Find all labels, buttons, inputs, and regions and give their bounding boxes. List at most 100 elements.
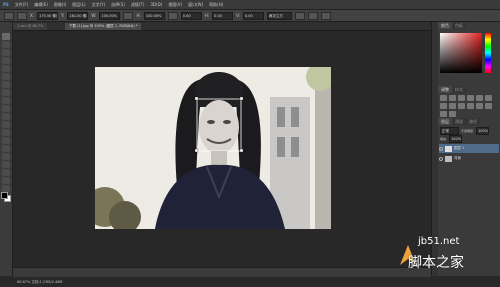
tab-channels[interactable]: 通道 — [452, 118, 466, 125]
tab-swatches[interactable]: 色板 — [452, 22, 466, 29]
y-label: Y: — [61, 13, 65, 18]
w-label: W: — [91, 13, 97, 18]
threshold-icon[interactable] — [440, 111, 447, 117]
brush-tool-icon[interactable] — [2, 89, 10, 96]
visibility-eye-icon[interactable] — [439, 146, 443, 151]
hue-saturation-icon[interactable] — [485, 95, 492, 101]
healing-brush-tool-icon[interactable] — [2, 81, 10, 88]
lasso-tool-icon[interactable] — [2, 49, 10, 56]
fill-label: 填充: — [440, 137, 448, 141]
menu-edit[interactable]: 编辑(E) — [31, 2, 51, 8]
eraser-tool-icon[interactable] — [2, 113, 10, 120]
brightness-icon[interactable] — [440, 95, 447, 101]
status-text: 66.67% 文档:1.23M/2.46M — [17, 280, 63, 284]
tab-color[interactable]: 颜色 — [438, 22, 452, 29]
w-field[interactable]: 100.00% — [99, 11, 121, 20]
interpolation-select[interactable]: 两次立方 — [266, 11, 292, 20]
canvas-area[interactable] — [13, 31, 431, 267]
menu-ps-logo[interactable]: PS — [0, 2, 12, 7]
gradient-tool-icon[interactable] — [2, 121, 10, 128]
menu-layer[interactable]: 图层(L) — [69, 2, 88, 8]
tab-styles[interactable]: 样式 — [452, 86, 466, 93]
black-white-icon[interactable] — [449, 103, 456, 109]
menu-window[interactable]: 窗口(W) — [185, 2, 206, 8]
layer-thumbnail — [445, 145, 452, 152]
hue-slider[interactable] — [485, 33, 491, 73]
tab-adjustments[interactable]: 调整 — [438, 86, 452, 93]
blur-tool-icon[interactable] — [2, 129, 10, 136]
move-tool-icon[interactable] — [2, 33, 10, 40]
opacity-label: 不透明度: — [461, 129, 475, 133]
commit-transform-icon[interactable] — [320, 11, 331, 20]
exposure-icon[interactable] — [467, 95, 474, 101]
posterize-icon[interactable] — [485, 103, 492, 109]
levels-icon[interactable] — [449, 95, 456, 101]
tools-panel — [0, 22, 13, 276]
vibrance-icon[interactable] — [476, 95, 483, 101]
channel-mixer-icon[interactable] — [467, 103, 474, 109]
invert-icon[interactable] — [476, 103, 483, 109]
path-select-tool-icon[interactable] — [2, 161, 10, 168]
menu-image[interactable]: 图像(I) — [51, 2, 69, 8]
eyedropper-tool-icon[interactable] — [2, 73, 10, 80]
zoom-tool-icon[interactable] — [2, 185, 10, 192]
menu-filter[interactable]: 滤镜(T) — [128, 2, 148, 8]
tab-layers[interactable]: 图层 — [438, 118, 452, 125]
options-bar: X: 175.50 像素 Y: 161.00 像素 W: 100.00% H: … — [0, 10, 500, 22]
menu-select[interactable]: 选择(S) — [108, 2, 128, 8]
gradient-map-icon[interactable] — [449, 111, 456, 117]
tab-document-1[interactable]: 1.psd @ 66.7% — [13, 23, 48, 30]
crop-tool-icon[interactable] — [2, 65, 10, 72]
visibility-eye-icon[interactable] — [439, 156, 443, 161]
fill-field[interactable]: 100% — [449, 135, 463, 143]
angle-field[interactable]: 0.00 — [180, 11, 202, 20]
pen-tool-icon[interactable] — [2, 145, 10, 152]
layer-name: 图层 1 — [454, 146, 465, 150]
skew-v-field[interactable]: 0.00 — [242, 11, 264, 20]
y-field[interactable]: 161.00 像素 — [67, 11, 89, 20]
warp-icon[interactable] — [294, 11, 305, 20]
angle-icon — [167, 11, 178, 20]
h-field[interactable]: 100.00% — [143, 11, 165, 20]
document-tab-bar: 1.psd @ 66.7% 下载 (1).jpg @ 100% (图层 1, R… — [13, 22, 500, 31]
clone-stamp-tool-icon[interactable] — [2, 97, 10, 104]
quick-select-tool-icon[interactable] — [2, 57, 10, 64]
transform-tool-icon[interactable] — [4, 11, 14, 20]
portrait-photo — [95, 67, 331, 229]
photo-filter-icon[interactable] — [458, 103, 465, 109]
cancel-transform-icon[interactable] — [307, 11, 318, 20]
menu-help[interactable]: 帮助(H) — [206, 2, 226, 8]
opacity-field[interactable]: 100% — [476, 127, 490, 135]
x-label: X: — [30, 13, 35, 18]
menu-view[interactable]: 视图(V) — [165, 2, 185, 8]
blend-mode-select[interactable]: 正常 — [440, 127, 459, 135]
skew-h-field[interactable]: 0.00 — [212, 11, 234, 20]
link-icon[interactable] — [123, 11, 134, 20]
color-balance-icon[interactable] — [440, 103, 447, 109]
menu-3d[interactable]: 3D(D) — [147, 2, 165, 7]
skew-v-label: V: — [236, 13, 240, 18]
type-tool-icon[interactable] — [2, 153, 10, 160]
shape-tool-icon[interactable] — [2, 169, 10, 176]
menu-file[interactable]: 文件(F) — [12, 2, 31, 8]
watermark-brand: 脚本之家 — [408, 255, 464, 271]
document-image[interactable] — [95, 67, 331, 229]
watermark-url: jb51.net — [418, 236, 460, 247]
x-field[interactable]: 175.50 像素 — [37, 11, 59, 20]
menu-type[interactable]: 文字(Y) — [89, 2, 109, 8]
menu-bar: PS 文件(F) 编辑(E) 图像(I) 图层(L) 文字(Y) 选择(S) 滤… — [0, 0, 500, 10]
history-brush-tool-icon[interactable] — [2, 105, 10, 112]
layer-row-1[interactable]: 图层 1 — [439, 144, 499, 153]
dodge-tool-icon[interactable] — [2, 137, 10, 144]
skew-h-label: H: — [204, 13, 210, 18]
tab-paths[interactable]: 路径 — [466, 118, 480, 125]
tab-document-2[interactable]: 下载 (1).jpg @ 100% (图层 1, RGB/8#) * — [65, 23, 142, 30]
hand-tool-icon[interactable] — [2, 177, 10, 184]
marquee-tool-icon[interactable] — [2, 41, 10, 48]
curves-icon[interactable] — [458, 95, 465, 101]
layer-name: 背景 — [454, 156, 461, 160]
layer-row-background[interactable]: 背景 — [439, 154, 499, 163]
foreground-color-swatch[interactable] — [1, 192, 8, 199]
color-picker-field[interactable] — [440, 33, 482, 73]
reference-point-icon[interactable] — [17, 11, 27, 20]
